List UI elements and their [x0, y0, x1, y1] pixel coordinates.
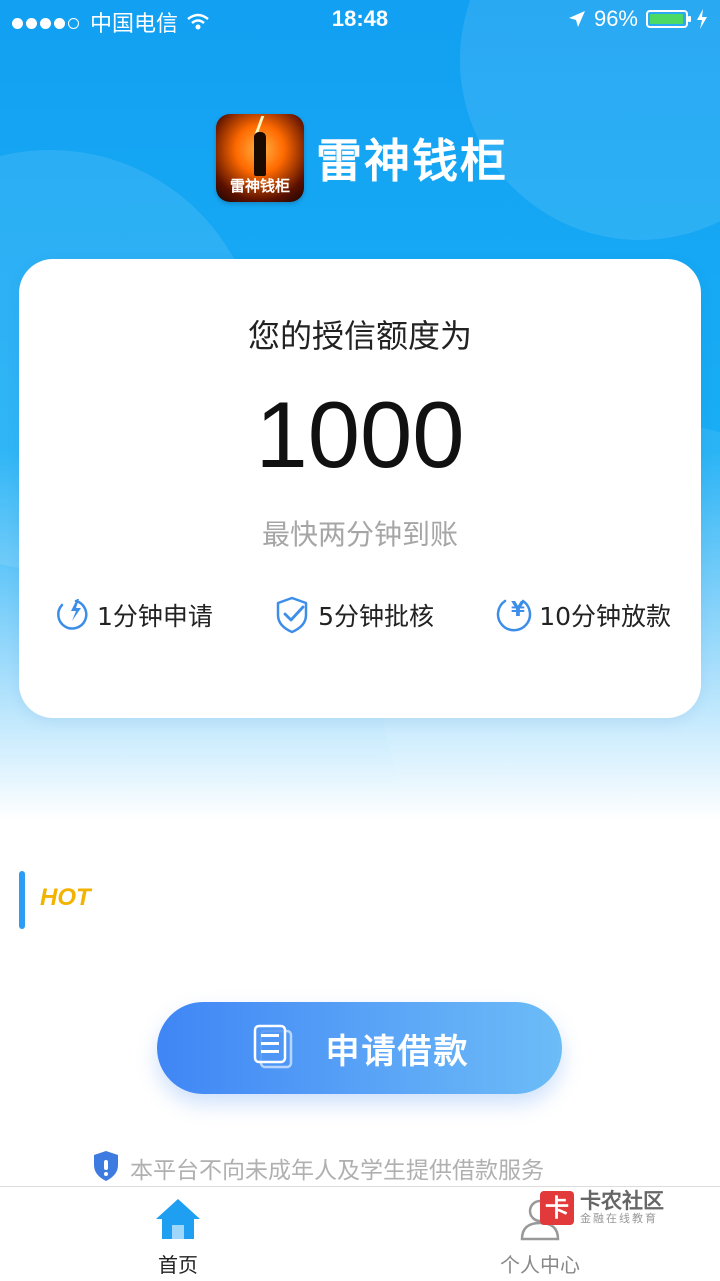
notice-text: 本平台不向未成年人及学生提供借款服务	[130, 1158, 544, 1184]
watermark-title: 卡农社区	[580, 1189, 664, 1213]
battery-percent: 96%	[593, 6, 638, 31]
watermark: 卡 卡农社区 金融在线教育	[540, 1190, 664, 1226]
feature-item: 1分钟申请	[51, 595, 213, 635]
hot-section-marker	[19, 871, 25, 929]
apply-loan-button[interactable]: 申请借款	[157, 1002, 562, 1094]
home-icon	[154, 1199, 202, 1245]
feature-label: 1分钟申请	[97, 602, 213, 631]
shield-icon	[92, 1150, 120, 1186]
lightning-clock-icon	[51, 595, 91, 635]
tab-home-label: 首页	[158, 1253, 198, 1277]
user-icon	[516, 1199, 564, 1245]
feature-item: 5分钟批核	[272, 595, 434, 635]
battery-icon	[646, 10, 691, 28]
status-bar: 中国电信 18:48 96%	[0, 0, 720, 40]
brand-header: 雷神钱柜 雷神钱柜	[216, 114, 508, 202]
app-logo: 雷神钱柜	[216, 114, 304, 202]
shield-check-icon	[272, 595, 312, 635]
quota-amount: 1000	[255, 382, 465, 487]
watermark-subtitle: 金融在线教育	[580, 1212, 658, 1225]
hot-label: HOT	[40, 884, 91, 911]
feature-label: 5分钟批核	[318, 602, 434, 631]
location-arrow-icon	[568, 11, 585, 27]
quota-label: 您的授信额度为	[247, 317, 472, 355]
svg-text:¥: ¥	[511, 597, 525, 621]
document-icon	[250, 1022, 298, 1075]
watermark-logo: 卡	[540, 1191, 574, 1225]
apply-loan-label: 申请借款	[325, 1032, 470, 1071]
app-name: 雷神钱柜	[316, 134, 508, 188]
age-notice: 本平台不向未成年人及学生提供借款服务	[92, 1150, 544, 1186]
credit-card-panel: 您的授信额度为 1000 最快两分钟到账 1分钟申请 5分钟批核 ¥ 10分钟放…	[19, 259, 701, 718]
logo-text: 雷神钱柜	[229, 177, 290, 195]
feature-item: ¥ 10分钟放款	[493, 595, 671, 635]
feature-label: 10分钟放款	[539, 602, 671, 631]
feature-list: 1分钟申请 5分钟批核 ¥ 10分钟放款	[51, 595, 671, 635]
tab-home[interactable]: 首页	[108, 1197, 248, 1278]
thor-figure-icon	[254, 132, 266, 176]
charging-bolt-icon	[697, 9, 707, 29]
quota-subtitle: 最快两分钟到账	[261, 518, 458, 551]
yen-clock-icon: ¥	[493, 595, 533, 635]
tab-profile-label: 个人中心	[500, 1253, 580, 1277]
